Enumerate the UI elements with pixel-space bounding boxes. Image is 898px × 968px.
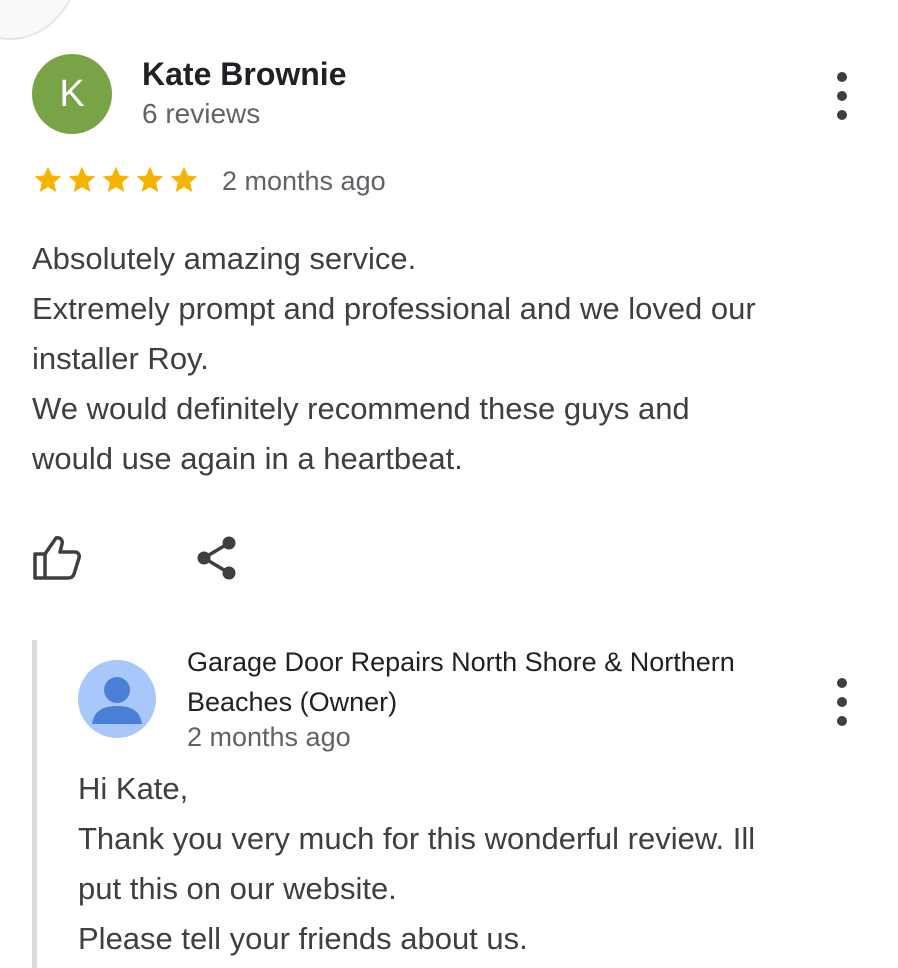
owner-reply-divider (32, 640, 37, 968)
thumb-up-icon[interactable] (32, 534, 82, 580)
star-icon (102, 166, 130, 192)
person-icon (92, 677, 142, 724)
owner-name[interactable]: Garage Door Repairs North Shore & Northe… (187, 642, 787, 722)
review-text-line: installer Roy. (32, 341, 209, 376)
menu-dot (837, 72, 847, 82)
review-text-line: Absolutely amazing service. (32, 241, 417, 276)
star-icon (170, 166, 198, 192)
star-icon (68, 166, 96, 192)
owner-avatar[interactable] (78, 660, 156, 738)
menu-dot (837, 110, 847, 120)
star-icon (34, 166, 62, 192)
reply-text-line: Please tell your friends about us. (78, 921, 528, 956)
owner-reply-date: 2 months ago (187, 722, 351, 752)
review-card: K Kate Brownie 6 reviews 2 months ago Ab… (0, 0, 898, 968)
reply-text-line: Thank you very much for this wonderful r… (78, 821, 756, 856)
review-text-line: We would definitely recommend these guys… (32, 391, 690, 426)
star-icon (136, 166, 164, 192)
decorative-circle (0, 0, 80, 40)
reply-text-line: Hi Kate, (78, 771, 189, 806)
share-icon[interactable] (194, 534, 240, 582)
menu-dot (837, 716, 847, 726)
review-body: Absolutely amazing service. Extremely pro… (32, 234, 882, 484)
star-rating (32, 164, 200, 196)
review-text-line: Extremely prompt and professional and we… (32, 291, 756, 326)
reviewer-review-count[interactable]: 6 reviews (142, 98, 260, 130)
reply-text-line: put this on our website. (78, 871, 397, 906)
menu-dot (837, 91, 847, 101)
more-options-icon[interactable] (832, 678, 852, 726)
review-date: 2 months ago (222, 166, 386, 196)
more-options-icon[interactable] (832, 72, 852, 120)
owner-reply-body: Hi Kate, Thank you very much for this won… (78, 764, 888, 964)
menu-dot (837, 697, 847, 707)
review-text-line: would use again in a heartbeat. (32, 441, 463, 476)
reviewer-name[interactable]: Kate Brownie (142, 56, 346, 93)
reviewer-avatar[interactable]: K (32, 54, 112, 134)
menu-dot (837, 678, 847, 688)
